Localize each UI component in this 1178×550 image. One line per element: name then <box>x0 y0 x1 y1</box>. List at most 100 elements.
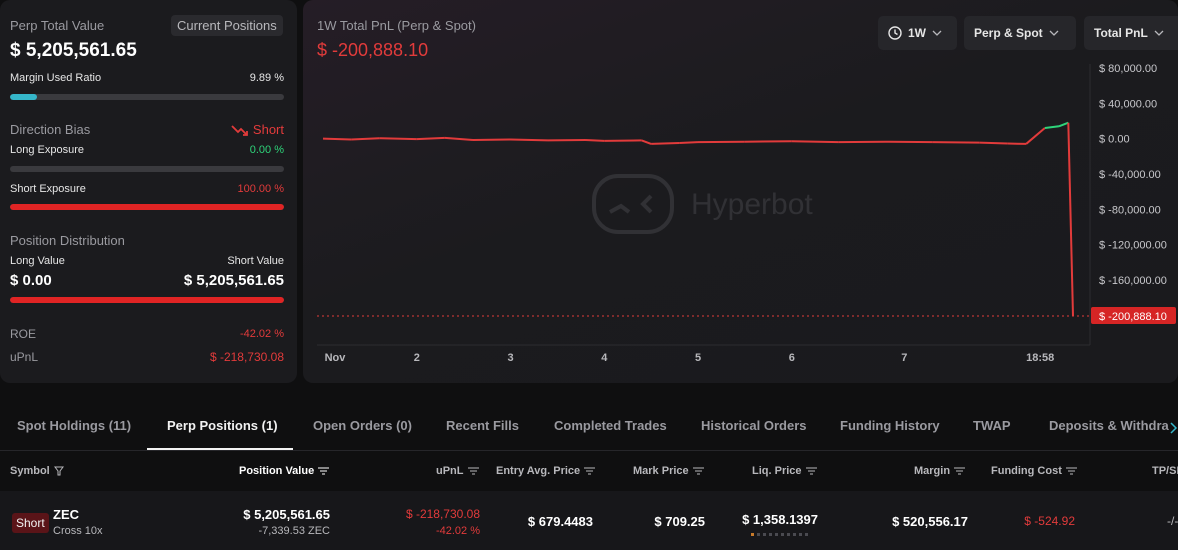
row-margin: $ 520,556.17 <box>892 514 968 529</box>
x-tick-label: 3 <box>507 352 513 364</box>
header-upnl-label: uPnL <box>436 465 464 477</box>
short-exposure-label: Short Exposure <box>10 183 86 195</box>
header-funding-cost[interactable]: Funding Cost <box>991 465 1077 477</box>
row-symbol[interactable]: ZEC <box>53 507 79 522</box>
tab-funding-history[interactable]: Funding History <box>840 418 940 433</box>
x-tick-label: 7 <box>901 352 907 364</box>
chevron-right-icon[interactable] <box>1170 422 1178 434</box>
row-upnl: $ -218,730.08 <box>405 507 480 521</box>
current-positions-button[interactable]: Current Positions <box>171 15 283 36</box>
short-exposure-value: 100.00 % <box>237 183 284 195</box>
tab-perp-positions[interactable]: Perp Positions (1) <box>167 418 278 433</box>
long-value: $ 0.00 <box>10 272 52 289</box>
current-value-badge-text: $ -200,888.10 <box>1099 311 1167 323</box>
sort-icon[interactable] <box>467 467 479 475</box>
sort-icon[interactable] <box>584 467 596 475</box>
tab-open-orders[interactable]: Open Orders (0) <box>313 418 412 433</box>
sort-icon[interactable] <box>692 467 704 475</box>
hyperbot-watermark: Hyperbot <box>592 174 813 234</box>
pnl-line-segment <box>641 139 652 145</box>
header-margin[interactable]: Margin <box>914 465 966 477</box>
row-position-size: -7,339.53 ZEC <box>258 525 330 537</box>
header-symbol-label: Symbol <box>10 465 50 477</box>
portfolio-summary-panel: Perp Total Value Current Positions $ 5,2… <box>0 0 297 383</box>
header-symbol[interactable]: Symbol <box>10 465 64 477</box>
margin-used-label: Margin Used Ratio <box>10 72 102 84</box>
row-upnl-pct: -42.02 % <box>435 525 480 537</box>
header-tpsl[interactable]: TP/SL <box>1152 465 1178 477</box>
sort-icon[interactable] <box>318 467 330 475</box>
pnl-line-segment <box>322 137 352 141</box>
positions-table-header: Symbol Position Value uPnL Entry Avg. Pr… <box>0 451 1178 491</box>
tab-recent-fills[interactable]: Recent Fills <box>446 418 519 433</box>
x-tick-label: 18:58 <box>1026 352 1054 364</box>
upnl-value: $ -218,730.08 <box>209 350 284 364</box>
pnl-chart-panel: 1W Total PnL (Perp & Spot) $ -200,888.10… <box>303 0 1178 383</box>
long-exposure-bar <box>10 166 284 172</box>
row-mark-price: $ 709.25 <box>654 514 705 529</box>
y-tick-label: $ -120,000.00 <box>1099 240 1167 252</box>
y-tick-label: $ -160,000.00 <box>1099 275 1167 287</box>
header-entry-label: Entry Avg. Price <box>496 465 581 477</box>
header-mark-price[interactable]: Mark Price <box>633 465 704 477</box>
sort-icon[interactable] <box>805 467 817 475</box>
x-tick-label: 5 <box>695 352 701 364</box>
pnl-line-segment <box>416 136 445 141</box>
sort-icon[interactable] <box>954 467 966 475</box>
margin-used-value: 9.89 % <box>249 72 284 84</box>
header-liq-label: Liq. Price <box>752 465 802 477</box>
y-tick-label: $ 40,000.00 <box>1099 98 1157 110</box>
header-entry-price[interactable]: Entry Avg. Price <box>496 465 596 477</box>
perp-total-value: $ 5,205,561.65 <box>10 40 137 61</box>
long-value-label: Long Value <box>10 255 65 267</box>
upnl-label: uPnL <box>10 350 39 364</box>
header-upnl[interactable]: uPnL <box>436 465 479 477</box>
direction-bias-label: Direction Bias <box>10 122 91 137</box>
positions-tabs: Spot Holdings (11) Perp Positions (1) Op… <box>0 408 1178 451</box>
y-tick-label: $ -40,000.00 <box>1099 169 1161 181</box>
pnl-line-segment <box>444 136 474 141</box>
tab-spot-holdings[interactable]: Spot Holdings (11) <box>17 418 131 433</box>
short-value-label: Short Value <box>227 255 284 267</box>
roe-label: ROE <box>10 327 37 341</box>
trend-down-icon <box>231 124 248 136</box>
pnl-line-segment <box>585 138 605 142</box>
header-margin-label: Margin <box>914 465 951 477</box>
row-tpsl: -/- <box>1167 514 1178 528</box>
watermark-text: Hyperbot <box>691 188 813 221</box>
row-liq-price: $ 1,358.1397 <box>742 512 818 527</box>
y-tick-label: $ 0.00 <box>1099 134 1130 146</box>
pnl-line-segment <box>1067 122 1074 317</box>
header-mark-label: Mark Price <box>633 465 689 477</box>
x-tick-label: 6 <box>789 352 795 364</box>
tab-twap[interactable]: TWAP <box>973 418 1011 433</box>
x-tick-label: Nov <box>325 352 347 364</box>
pnl-line-segment <box>1044 125 1060 130</box>
pnl-line-segment <box>379 137 417 141</box>
header-position-value[interactable]: Position Value <box>239 465 330 477</box>
row-entry-price: $ 679.4483 <box>527 514 593 529</box>
active-tab-indicator <box>147 448 293 450</box>
table-row[interactable]: Short ZEC Cross 10x $ 5,205,561.65 -7,33… <box>0 491 1178 550</box>
x-tick-label: 2 <box>414 352 420 364</box>
row-leverage: Cross 10x <box>53 525 103 537</box>
pnl-line-segment <box>1025 127 1046 145</box>
tab-deposits-withdrawals[interactable]: Deposits & Withdra <box>1049 418 1171 433</box>
sort-icon[interactable] <box>1065 467 1077 475</box>
position-distribution-bar <box>10 297 284 303</box>
x-tick-label: 4 <box>601 352 608 364</box>
header-liq-price[interactable]: Liq. Price <box>752 465 817 477</box>
y-tick-label: $ -80,000.00 <box>1099 204 1161 216</box>
filter-icon[interactable] <box>53 466 64 476</box>
side-badge: Short <box>12 513 49 533</box>
tab-completed-trades[interactable]: Completed Trades <box>554 418 667 433</box>
pnl-line-segment <box>351 137 380 141</box>
direction-bias-text: Short <box>252 122 284 137</box>
long-exposure-value: 0.00 % <box>249 144 284 156</box>
header-tpsl-label: TP/SL <box>1152 465 1178 477</box>
pnl-line-segment <box>979 141 1008 145</box>
tab-historical-orders[interactable]: Historical Orders <box>701 418 807 433</box>
short-exposure-bar <box>10 204 284 210</box>
long-exposure-label: Long Exposure <box>10 144 84 156</box>
row-position-value: $ 5,205,561.65 <box>243 507 330 522</box>
